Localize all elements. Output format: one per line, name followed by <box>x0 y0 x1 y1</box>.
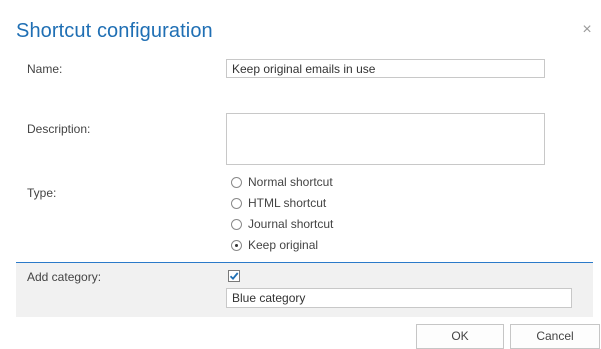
radio-html-shortcut[interactable] <box>231 197 242 209</box>
add-category-checkbox[interactable] <box>228 270 240 282</box>
radio-label: HTML shortcut <box>248 196 327 210</box>
name-label: Name: <box>27 62 63 76</box>
radio-label: Journal shortcut <box>248 217 334 231</box>
type-option-journal[interactable]: Journal shortcut <box>231 216 333 232</box>
add-category-label: Add category: <box>27 270 102 284</box>
description-textarea[interactable] <box>226 113 545 165</box>
radio-label: Keep original <box>248 238 319 252</box>
shortcut-configuration-dialog: Shortcut configuration × Name: Keep orig… <box>0 0 601 349</box>
dialog-title: Shortcut configuration <box>16 20 213 42</box>
radio-journal-shortcut[interactable] <box>231 218 242 230</box>
radio-label: Normal shortcut <box>248 175 333 189</box>
close-icon[interactable]: × <box>580 22 594 38</box>
type-option-normal[interactable]: Normal shortcut <box>231 174 333 190</box>
cancel-button[interactable]: Cancel <box>510 324 600 349</box>
type-label: Type: <box>27 186 57 200</box>
ok-button[interactable]: OK <box>416 324 504 349</box>
radio-normal-shortcut[interactable] <box>231 176 242 188</box>
type-option-html[interactable]: HTML shortcut <box>231 195 326 211</box>
name-input[interactable]: Keep original emails in use <box>226 59 545 78</box>
category-input[interactable]: Blue category <box>226 288 572 308</box>
radio-keep-original[interactable] <box>231 239 242 251</box>
description-label: Description: <box>27 122 91 136</box>
checkmark-icon <box>229 272 239 281</box>
type-option-keep-original[interactable]: Keep original <box>231 237 318 253</box>
